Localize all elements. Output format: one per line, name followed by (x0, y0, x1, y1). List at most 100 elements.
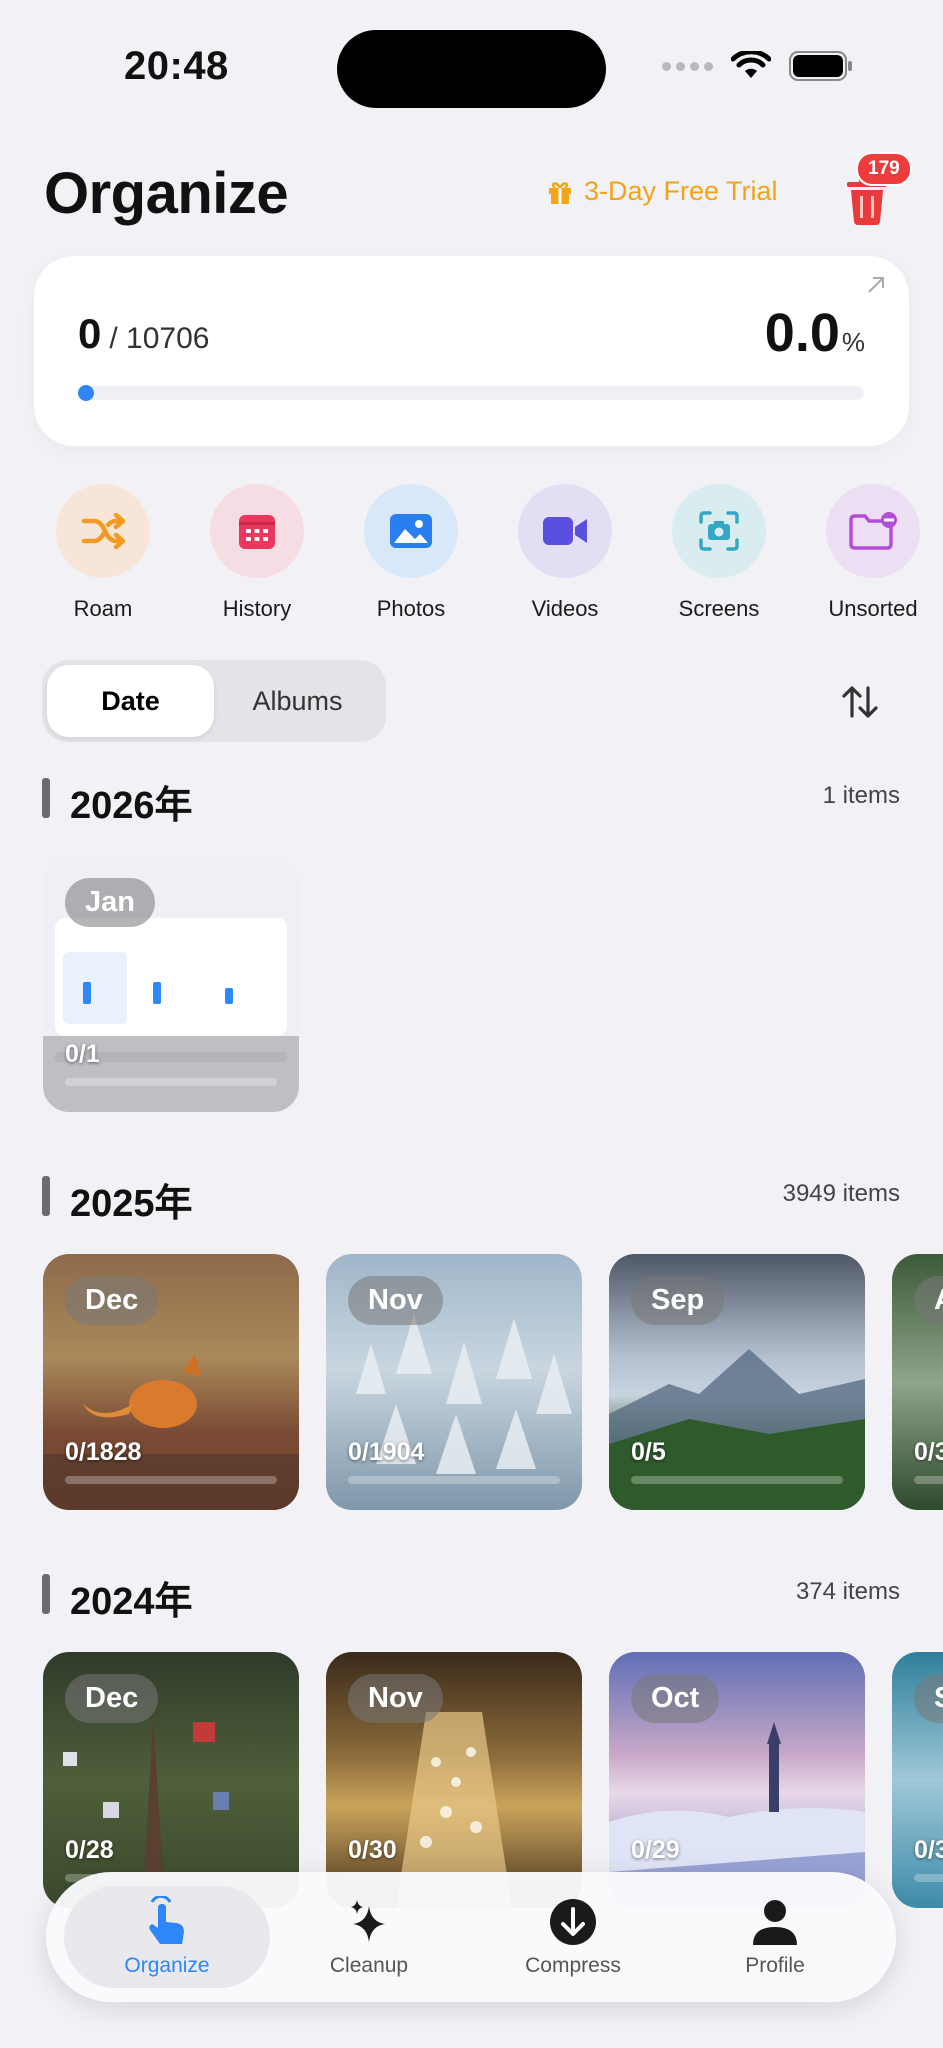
page-title: Organize (44, 161, 289, 226)
card-progress-text: 0/1828 (65, 1438, 142, 1466)
year-item-count: 3949 items (782, 1180, 900, 1207)
gift-icon (549, 181, 571, 204)
tab-cleanup[interactable]: Cleanup (266, 1886, 472, 1988)
card-progress-text: 0/28 (65, 1836, 114, 1864)
video-icon (518, 484, 612, 578)
category-screens[interactable]: Screens (649, 484, 789, 622)
progress-percent-value: 0.0 (764, 303, 840, 363)
trash-count-badge: 179 (856, 152, 912, 186)
card-progress-text: 0/5 (631, 1438, 666, 1466)
month-card[interactable]: Sep 0/5 (609, 1254, 865, 1510)
status-bar: 20:48 (0, 0, 943, 140)
card-month-pill: Nov (348, 1276, 443, 1325)
progress-percent-sign: % (841, 327, 865, 357)
card-month-pill: Jan (65, 878, 155, 927)
progress-total-count: / 10706 (109, 322, 210, 355)
month-card[interactable]: Dec 0/28 (43, 1652, 299, 1908)
year-title: 2025年 (70, 1183, 193, 1225)
card-progress-bar (348, 1476, 560, 1484)
category-photos[interactable]: Photos (341, 484, 481, 622)
month-card[interactable]: Nov 0/1904 (326, 1254, 582, 1510)
card-month-pill: A (914, 1276, 943, 1325)
card-progress-bar (914, 1476, 943, 1484)
screenshot-icon (672, 484, 766, 578)
year-section-header: 2025年 3949 items (42, 1172, 900, 1225)
progress-done-count: 0 (78, 310, 102, 357)
expand-arrow-icon[interactable] (865, 274, 887, 296)
status-time: 20:48 (124, 44, 229, 88)
tab-label: Compress (525, 1954, 621, 1977)
card-month-pill: S (914, 1674, 943, 1723)
category-label: History (222, 596, 292, 621)
category-roam[interactable]: Roam (33, 484, 173, 622)
sort-icon[interactable] (840, 682, 880, 722)
sparkles-icon (343, 1896, 395, 1948)
download-circle-icon (547, 1896, 599, 1948)
category-label: Roam (73, 596, 133, 621)
progress-card[interactable]: 0 / 10706 0.0 % (34, 256, 909, 446)
month-cards-row: Dec 0/1828 Nov 0/1904 Sep 0/5 A 0/3 (0, 1254, 943, 1514)
progress-indicator-dot (78, 385, 94, 401)
status-icons (662, 50, 855, 82)
year-item-count: 1 items (822, 782, 900, 809)
card-progress-bar (914, 1874, 943, 1882)
wifi-icon (731, 51, 771, 78)
free-trial-button[interactable]: 3-Day Free Trial (546, 176, 778, 207)
tab-label: Profile (745, 1954, 805, 1977)
category-row: Roam History Photos Videos Screens Unsor… (0, 484, 943, 624)
progress-percent: 0.0 % (765, 302, 865, 364)
tab-label: Organize (124, 1954, 210, 1977)
cellular-signal-icon (662, 61, 713, 71)
photo-icon (364, 484, 458, 578)
card-month-pill: Dec (65, 1276, 159, 1325)
card-progress-bar (65, 1476, 277, 1484)
category-label: Photos (376, 596, 446, 621)
month-card[interactable]: S 0/3 (892, 1652, 943, 1908)
tab-profile[interactable]: Profile (672, 1886, 878, 1988)
month-card[interactable]: A 0/3 (892, 1254, 943, 1510)
month-cards-row: Jan 0/1 (0, 856, 943, 1116)
tab-organize[interactable]: Organize (64, 1886, 270, 1988)
folder-minus-icon (826, 484, 920, 578)
progress-count: 0 / 10706 (78, 310, 209, 358)
card-progress-text: 0/1904 (348, 1438, 425, 1466)
card-progress-text: 0/1 (65, 1040, 100, 1068)
tab-label: Cleanup (329, 1954, 409, 1977)
tab-compress[interactable]: Compress (470, 1886, 676, 1988)
calendar-icon (210, 484, 304, 578)
card-progress-text: 0/3 (914, 1438, 943, 1466)
bottom-tab-bar: Organize Cleanup Compress Profile (46, 1872, 896, 2002)
card-month-pill: Sep (631, 1276, 725, 1325)
card-month-pill: Dec (65, 1674, 159, 1723)
year-title: 2026年 (70, 785, 193, 827)
year-accent-bar (42, 1176, 50, 1216)
card-progress-bar (65, 1078, 277, 1086)
segment-date[interactable]: Date (47, 665, 214, 737)
year-accent-bar (42, 778, 50, 818)
month-card[interactable]: Oct 0/29 (609, 1652, 865, 1908)
segment-albums[interactable]: Albums (214, 665, 381, 737)
card-progress-text: 0/3 (914, 1836, 943, 1864)
year-item-count: 374 items (795, 1578, 900, 1605)
dynamic-island (337, 30, 606, 108)
year-title: 2024年 (70, 1581, 193, 1623)
year-section-header: 2026年 1 items (42, 774, 900, 827)
category-label: Videos (531, 596, 599, 621)
category-label: Unsorted (828, 596, 918, 621)
card-month-pill: Nov (348, 1674, 443, 1723)
hand-tap-icon (141, 1896, 193, 1948)
card-progress-text: 0/29 (631, 1836, 680, 1864)
month-card[interactable]: Dec 0/1828 (43, 1254, 299, 1510)
month-card[interactable]: Jan 0/1 (43, 856, 299, 1112)
category-history[interactable]: History (187, 484, 327, 622)
year-section-header: 2024年 374 items (42, 1570, 900, 1623)
card-progress-text: 0/30 (348, 1836, 397, 1864)
person-icon (749, 1896, 801, 1948)
battery-icon (789, 51, 852, 81)
shuffle-icon (56, 484, 150, 578)
category-label: Screens (678, 596, 760, 621)
month-card[interactable]: Nov 0/30 (326, 1652, 582, 1908)
category-unsorted[interactable]: Unsorted (803, 484, 943, 622)
card-progress-bar (631, 1476, 843, 1484)
category-videos[interactable]: Videos (495, 484, 635, 622)
